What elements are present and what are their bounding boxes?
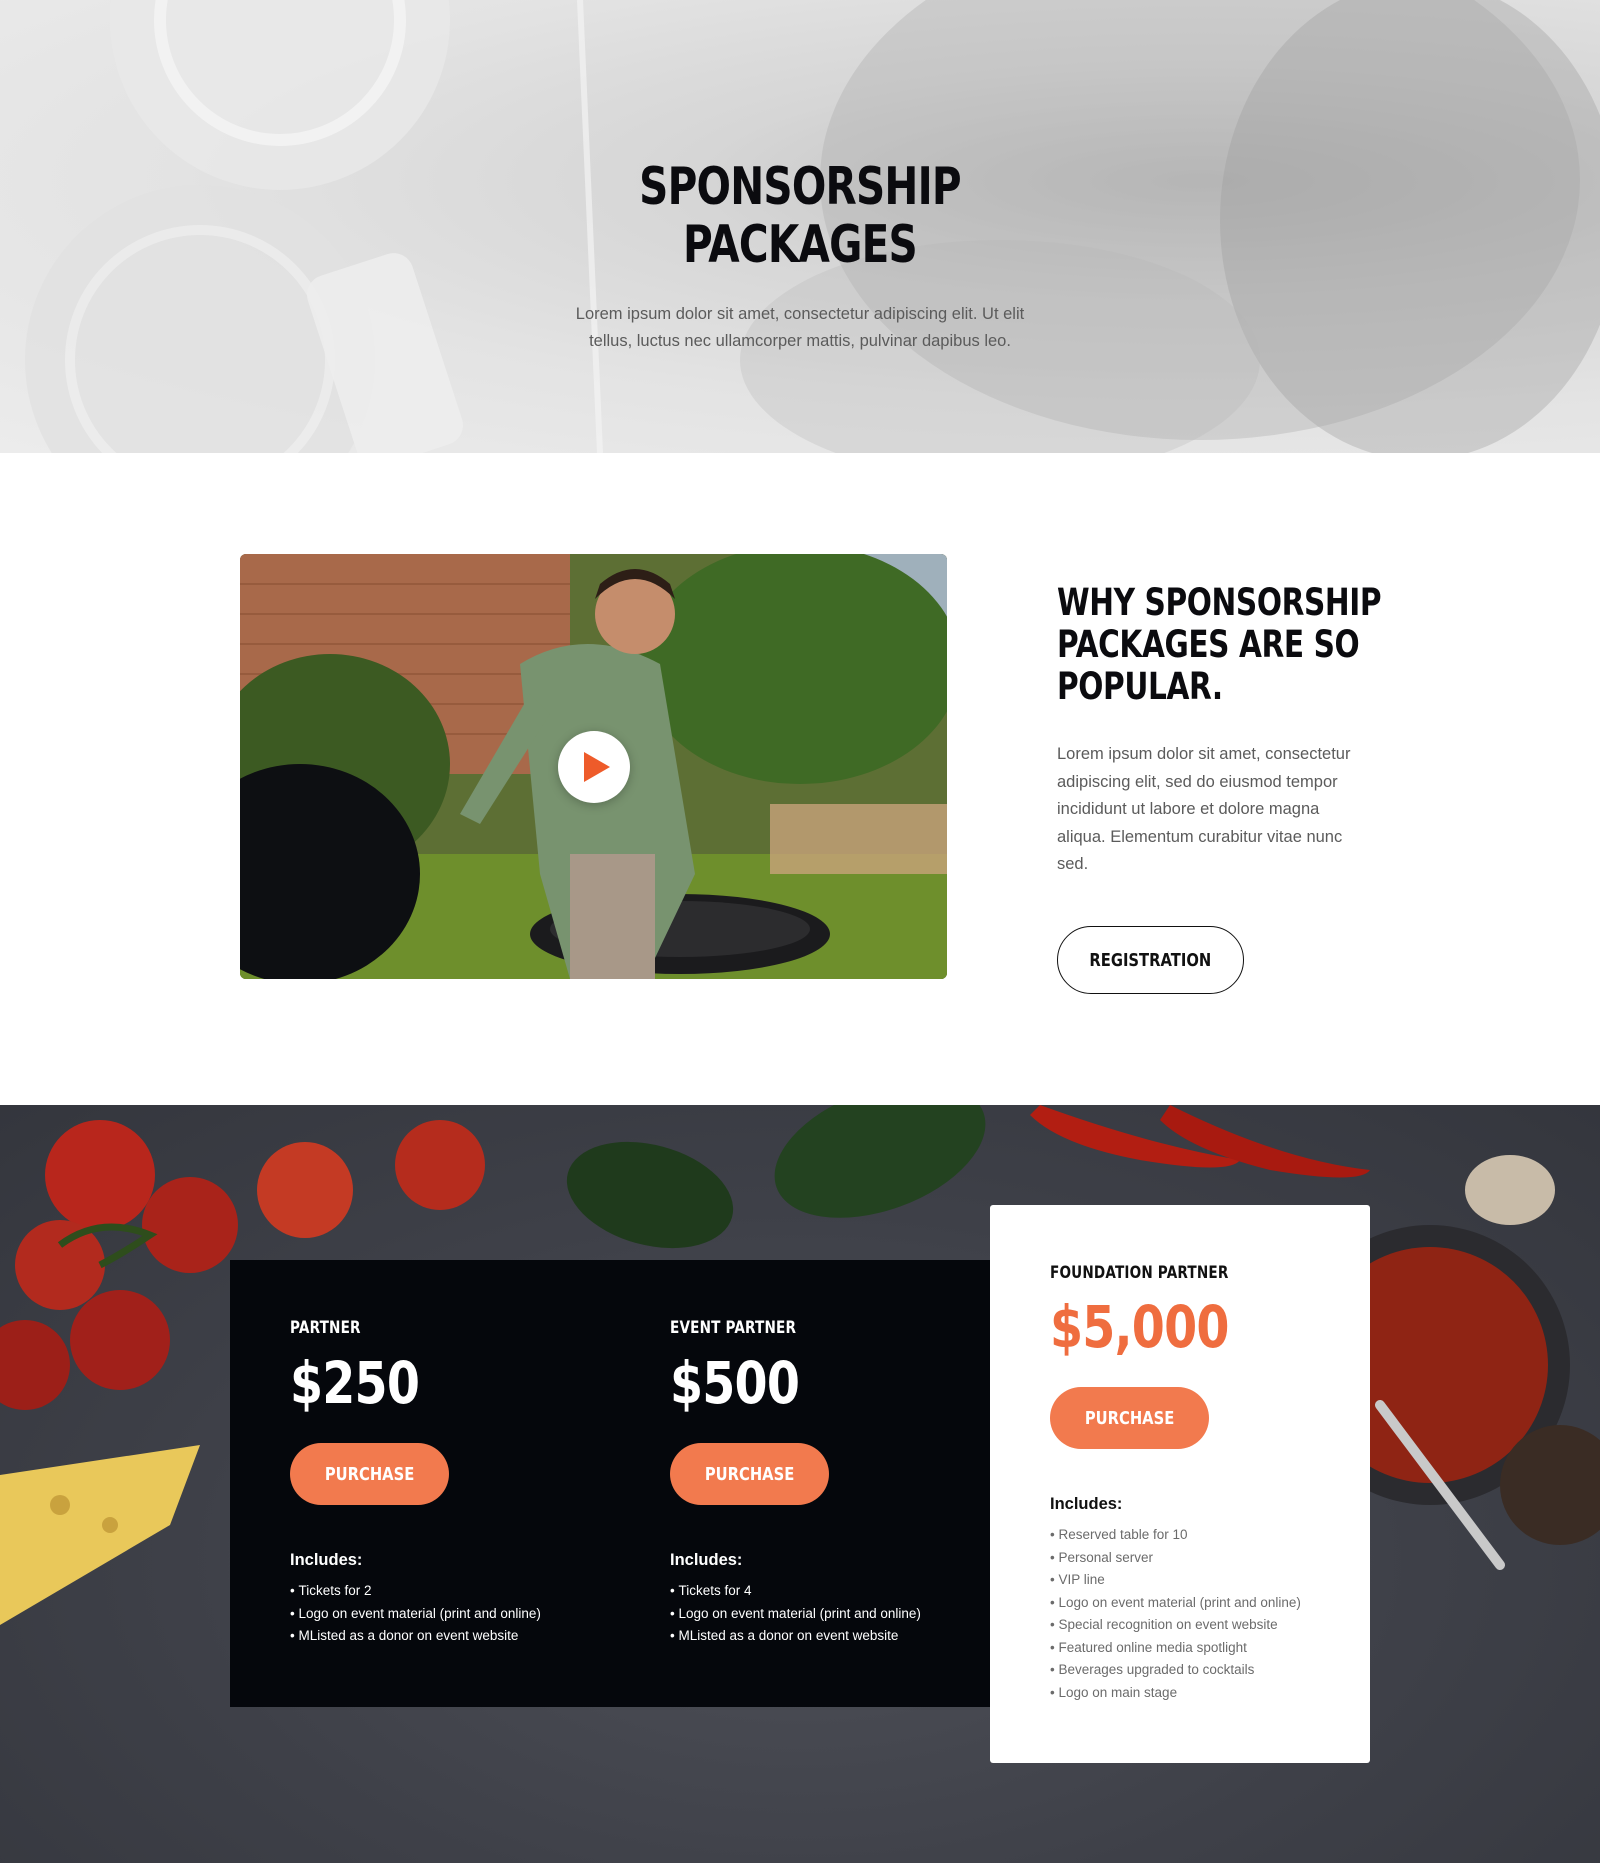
list-item: Featured online media spotlight [1050,1637,1301,1660]
includes-list: Tickets for 2 Logo on event material (pr… [290,1580,541,1648]
includes-list: Reserved table for 10 Personal server VI… [1050,1524,1301,1705]
list-item: Reserved table for 10 [1050,1524,1301,1547]
purchase-button-label: PURCHASE [1084,1407,1175,1429]
page-title-line-2: PACKAGES [683,215,918,275]
list-item: Logo on event material (print and online… [1050,1592,1300,1615]
purchase-button-label: PURCHASE [704,1463,795,1485]
purchase-button-label: PURCHASE [324,1463,415,1485]
tier-price: $250 [290,1349,420,1417]
includes-title: Includes: [1050,1495,1123,1513]
registration-button-label: REGISTRATION [1089,949,1212,971]
hero-section: SPONSORSHIP PACKAGES Lorem ipsum dolor s… [0,0,1600,453]
list-item: Personal server [1050,1547,1301,1570]
list-item: Tickets for 2 [290,1580,541,1603]
list-item: Beverages upgraded to cocktails [1050,1659,1301,1682]
section-title: WHY SPONSORSHIP PACKAGES ARE SO POPULAR. [1057,581,1382,708]
list-item: MListed as a donor on event website [670,1625,921,1648]
section-description: Lorem ipsum dolor sit amet, consectetur … [1057,745,1351,873]
purchase-button[interactable]: PURCHASE [290,1443,449,1505]
list-item: Logo on event material (print and online… [290,1603,540,1626]
includes-title: Includes: [290,1551,363,1569]
hero-description: Lorem ipsum dolor sit amet, consectetur … [575,305,1025,350]
list-item: Tickets for 4 [670,1580,921,1603]
tier-price: $5,000 [1050,1293,1229,1361]
registration-button[interactable]: REGISTRATION [1057,926,1244,994]
list-item: MListed as a donor on event website [290,1625,541,1648]
play-button[interactable] [558,731,630,803]
page-title: SPONSORSHIP PACKAGES [176,158,1424,274]
tier-name: EVENT PARTNER [670,1318,797,1338]
purchase-button[interactable]: PURCHASE [670,1443,829,1505]
tier-name: FOUNDATION PARTNER [1050,1263,1229,1283]
purchase-button[interactable]: PURCHASE [1050,1387,1209,1449]
tier-price: $500 [670,1349,800,1417]
includes-list: Tickets for 4 Logo on event material (pr… [670,1580,921,1648]
list-item: VIP line [1050,1569,1301,1592]
list-item: Logo on event material (print and online… [670,1603,920,1626]
list-item: Logo on main stage [1050,1682,1301,1705]
page-title-line-1: SPONSORSHIP [639,157,961,217]
list-item: Special recognition on event website [1050,1614,1301,1637]
play-icon [584,752,610,782]
tier-name: PARTNER [290,1318,361,1338]
includes-title: Includes: [670,1551,743,1569]
